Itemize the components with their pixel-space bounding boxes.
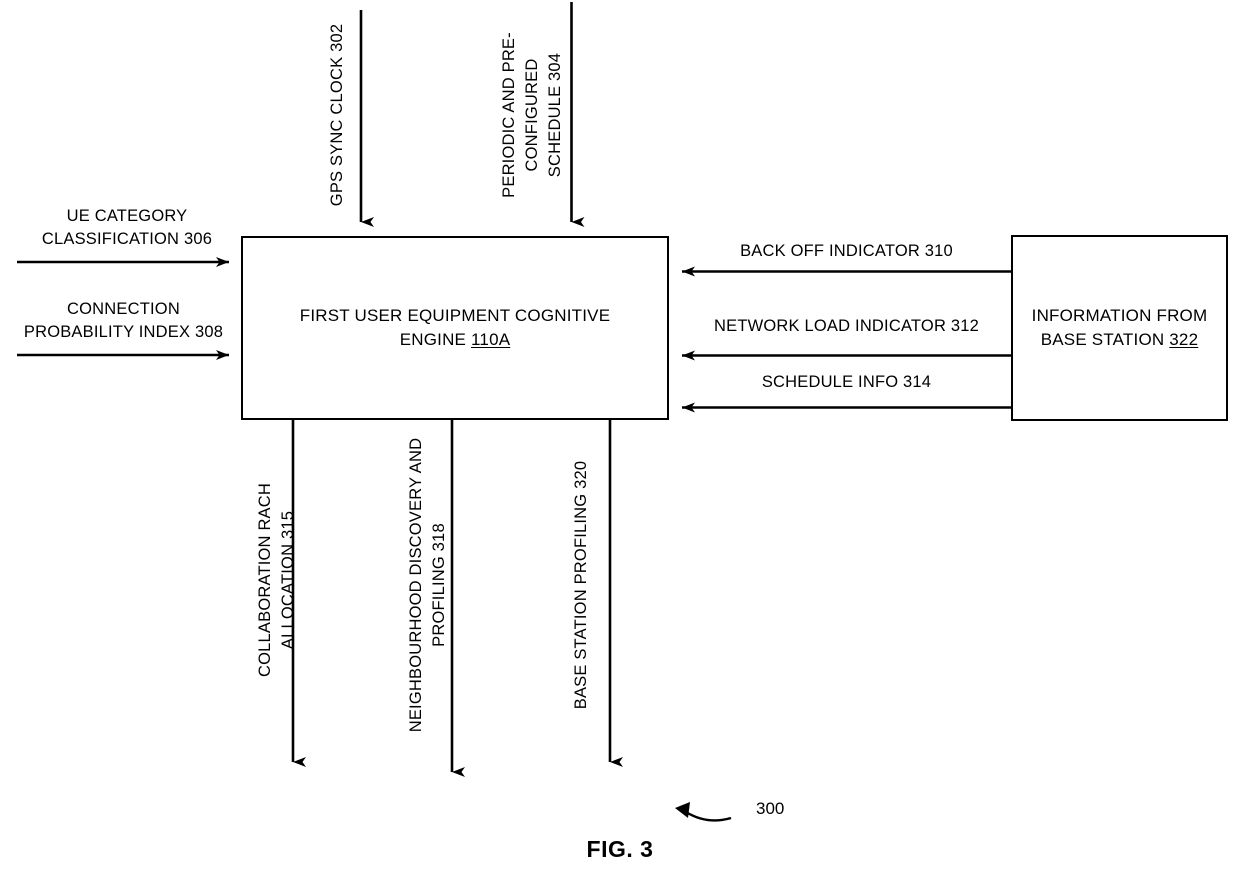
label-connection-probability-index: CONNECTION PROBABILITY INDEX 308 bbox=[23, 300, 224, 341]
label-ue-category-classification: UE CATEGORY CLASSIFICATION 306 bbox=[41, 207, 213, 248]
label-back-off-indicator: BACK OFF INDICATOR 310 bbox=[740, 242, 953, 260]
figure-caption: FIG. 3 bbox=[586, 836, 654, 862]
reference-numeral-300: 300 bbox=[756, 799, 785, 818]
base-station-info-label-line1: INFORMATION FROM bbox=[1031, 306, 1208, 325]
base-station-info-label: INFORMATION FROM BASE STATION 322 bbox=[1032, 304, 1208, 352]
label-periodic-preconfigured-schedule: PERIODIC AND PRE- CONFIGURED SCHEDULE 30… bbox=[500, 32, 564, 198]
cognitive-engine-numeral: 110A bbox=[471, 330, 511, 349]
cognitive-engine-label: FIRST USER EQUIPMENT COGNITIVE ENGINE 110… bbox=[300, 304, 610, 352]
label-network-load-indicator: NETWORK LOAD INDICATOR 312 bbox=[714, 317, 979, 335]
cognitive-engine-label-line1: FIRST USER EQUIPMENT COGNITIVE bbox=[299, 306, 611, 325]
label-schedule-info: SCHEDULE INFO 314 bbox=[761, 373, 932, 391]
label-collaboration-rach-allocation: COLLABORATION RACH ALLOCATION 315 bbox=[256, 483, 297, 677]
cognitive-engine-label-line2: ENGINE bbox=[399, 330, 472, 349]
base-station-info-label-line2: BASE STATION bbox=[1040, 330, 1170, 349]
base-station-info-box: INFORMATION FROM BASE STATION 322 bbox=[1011, 235, 1228, 421]
cognitive-engine-box: FIRST USER EQUIPMENT COGNITIVE ENGINE 110… bbox=[241, 236, 669, 420]
label-gps-sync-clock: GPS SYNC CLOCK 302 bbox=[328, 23, 346, 207]
connector-lines bbox=[17, 2, 1011, 822]
reference-leader-300 bbox=[675, 802, 732, 822]
figure-canvas: FIRST USER EQUIPMENT COGNITIVE ENGINE 110… bbox=[0, 0, 1240, 877]
label-base-station-profiling: BASE STATION PROFILING 320 bbox=[572, 460, 590, 710]
base-station-info-numeral: 322 bbox=[1169, 330, 1199, 349]
label-neighbourhood-discovery-profiling: NEIGHBOURHOOD DISCOVERY AND PROFILING 31… bbox=[407, 437, 448, 733]
